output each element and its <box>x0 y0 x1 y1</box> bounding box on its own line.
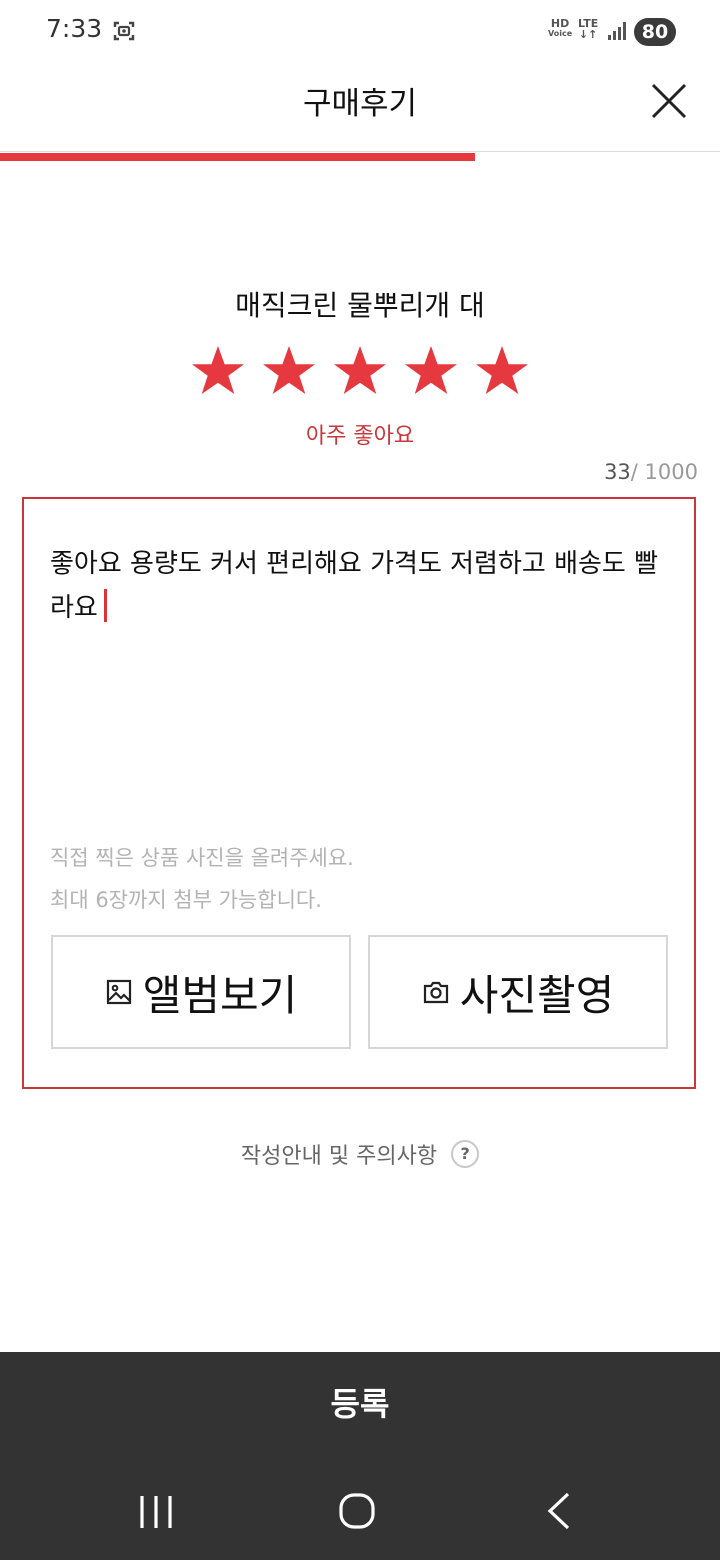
star-3-icon[interactable] <box>332 344 388 400</box>
progress-bar <box>0 153 475 161</box>
signal-icon <box>608 22 626 40</box>
guide-link[interactable]: 작성안내 및 주의사항 ? <box>0 1138 720 1170</box>
hd-voice-indicator: HD Voice <box>548 17 573 38</box>
help-icon: ? <box>451 1140 480 1168</box>
text-cursor <box>103 589 107 622</box>
register-button[interactable]: 등록 <box>0 1352 720 1456</box>
home-icon[interactable] <box>327 1484 387 1540</box>
star-2-icon[interactable] <box>261 344 317 400</box>
battery-indicator: 80 <box>634 18 676 46</box>
screenshot-icon <box>113 21 135 41</box>
rating-label: 아주 좋아요 <box>305 424 415 449</box>
character-limit: / 1000 <box>630 460 698 484</box>
album-button[interactable]: 앨범보기 <box>51 935 351 1049</box>
review-text: 좋아요 용량도 커서 편리해요 가격도 저렴하고 배송도 빨라요 <box>50 549 659 623</box>
header-divider <box>0 151 720 152</box>
product-name: 매직크린 물뿌리개 대 <box>235 289 485 322</box>
star-1-icon[interactable] <box>190 344 246 400</box>
guide-text: 작성안내 및 주의사항 <box>240 1144 438 1169</box>
star-rating <box>190 344 530 400</box>
back-icon[interactable] <box>530 1484 590 1540</box>
photo-hint-2: 최대 6장까지 첨부 가능합니다. <box>50 888 322 912</box>
camera-icon <box>423 981 448 1004</box>
camera-button-label: 사진촬영 <box>459 970 615 1020</box>
camera-button[interactable]: 사진촬영 <box>368 935 668 1049</box>
character-counter: 33/ 1000 <box>604 460 698 484</box>
character-count: 33 <box>604 460 631 484</box>
star-5-icon[interactable] <box>474 344 530 400</box>
image-icon <box>106 979 131 1005</box>
close-icon[interactable] <box>648 80 690 122</box>
photo-hint-1: 직접 찍은 상품 사진을 올려주세요. <box>50 846 354 870</box>
status-time: 7:33 <box>46 14 103 43</box>
review-textarea[interactable]: 좋아요 용량도 커서 편리해요 가격도 저렴하고 배송도 빨라요 <box>50 542 680 630</box>
star-4-icon[interactable] <box>403 344 459 400</box>
page-title: 구매후기 <box>302 86 418 122</box>
lte-indicator: LTE ↓↑ <box>578 17 599 41</box>
album-button-label: 앨범보기 <box>142 970 298 1020</box>
recent-apps-icon[interactable] <box>126 1484 186 1540</box>
